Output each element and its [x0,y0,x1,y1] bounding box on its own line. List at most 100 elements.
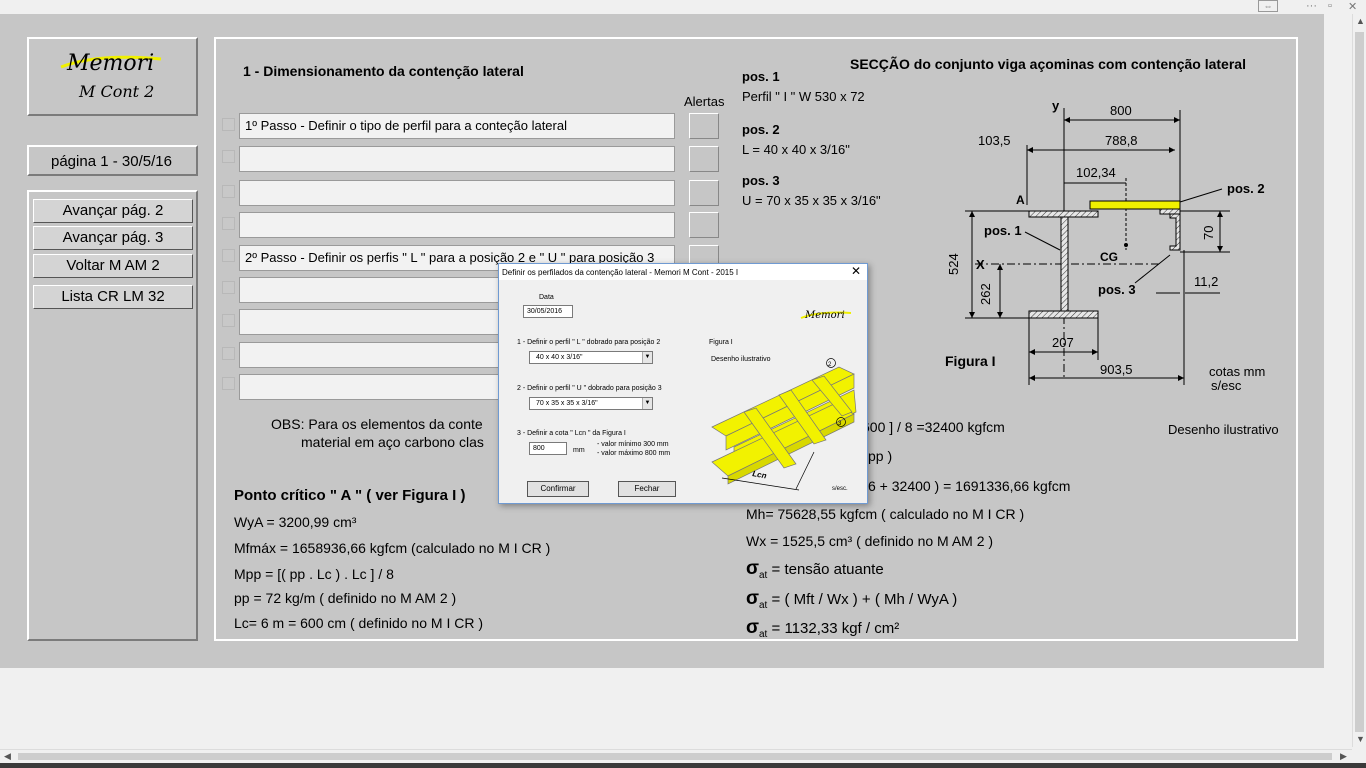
step-checkbox-8[interactable] [222,347,235,360]
horizontal-scrollbar[interactable]: ◀ ▶ [0,749,1352,763]
vertical-scroll-thumb[interactable] [1355,32,1364,732]
axis-y-label: y [1052,98,1060,113]
dim-903: 903,5 [1100,362,1133,377]
l-profile-value: 40 x 40 x 3/16" [536,354,583,361]
axis-x-label: X [976,257,985,272]
dim-207: 207 [1052,335,1074,350]
dialog-title: Definir os perfilados da contenção later… [502,268,739,277]
sigma-symbol: σ [746,588,759,609]
confirm-button[interactable]: Confirmar [527,481,589,497]
sigma-subscript: at [759,570,768,581]
scroll-right-icon[interactable]: ▶ [1340,751,1347,762]
dialog-close-icon[interactable]: ✕ [851,264,861,278]
step-field-1[interactable]: 1º Passo - Definir o tipo de perfil para… [239,113,675,139]
sigma-subscript: at [759,629,768,640]
logo-subtitle: M Cont 2 [79,82,155,101]
obs-line-2: material em aço carbono clas [301,434,484,450]
dialog-logo-text: Memori [805,310,845,321]
calc-line-4: Mh= 75628,55 kgfcm ( calculado no M I CR… [746,506,1025,522]
logo-box: Memori M Cont 2 [27,37,198,116]
chevron-down-icon[interactable]: ▼ [642,398,652,409]
step-checkbox-3[interactable] [222,185,235,198]
dim-800: 800 [1110,103,1132,118]
step2-label: 2 - Definir o perfil " U " dobrado para … [517,385,662,392]
sigma-subscript: at [759,600,768,611]
u-profile-select[interactable]: 70 x 35 x 35 x 3/16" ▼ [529,397,653,410]
sigma-text-1: = tensão atuante [771,561,884,578]
restore-ribbon-icon[interactable]: ⇔ [1258,0,1278,12]
sigma-symbol: σ [746,558,759,579]
pos2-highlight [1089,200,1181,210]
close-window-icon[interactable]: ✕ [1348,0,1357,13]
section-figure: 800 103,5 788,8 102,34 524 262 70 11,2 2… [945,98,1265,390]
dialog-3d-illustration: 2 3 Lcn s/esc. [711,358,857,492]
maximize-icon[interactable]: ▫ [1328,0,1332,12]
scroll-left-icon[interactable]: ◀ [4,751,11,762]
step-checkbox-6[interactable] [222,281,235,294]
section-title: SECÇÃO do conjunto viga açominas com con… [850,56,1246,72]
close-button[interactable]: Fechar [618,481,676,497]
dialog-figure-scale: s/esc. [832,486,848,492]
step3-label: 3 - Definir a cota " Lcn " da Figura I [517,430,626,437]
figure-scale: s/esc [1211,378,1242,390]
step-field-3[interactable] [239,180,675,206]
horizontal-scroll-thumb[interactable] [18,753,1332,760]
step-checkbox-5[interactable] [222,249,235,262]
step-checkbox-4[interactable] [222,217,235,230]
alert-box-1 [689,113,719,139]
step-checkbox-2[interactable] [222,150,235,163]
lcn-min-note: - valor mínimo 300 mm [597,441,669,448]
step-checkbox-7[interactable] [222,314,235,327]
next-page-2-button[interactable]: Avançar pág. 2 [33,199,193,223]
cg-label: CG [1100,250,1118,264]
date-label: Data [539,294,554,301]
pos1-label: pos. 1 [742,69,780,84]
taskbar-edge [0,763,1366,768]
page-info-box: página 1 - 30/5/16 [27,145,198,176]
pos3-label: pos. 3 [742,173,780,188]
figure-units: cotas mm [1209,364,1265,379]
date-input[interactable]: 30/05/2016 [523,305,573,318]
alerts-label: Alertas [684,94,725,109]
define-profiles-dialog: Definir os perfilados da contenção later… [498,263,868,504]
dim-262: 262 [978,283,993,305]
alert-box-4 [689,212,719,238]
logo-title: Memori [67,51,155,76]
step-checkbox-9[interactable] [222,377,235,390]
dialog-figure-dim: Lcn [752,469,768,480]
more-options-icon[interactable]: ··· [1306,0,1317,12]
pos1-value: Perfil " I " W 530 x 72 [742,89,865,104]
figure-caption: Figura I [945,353,996,369]
sigma-text-3: = 1132,33 kgf / cm² [771,620,900,637]
lcn-max-note: - valor máximo 800 mm [597,450,671,457]
step1-label: 1 - Definir o perfil " L " dobrado para … [517,339,661,346]
alert-box-3 [689,180,719,206]
list-cr-lm-32-button[interactable]: Lista CR LM 32 [33,285,193,309]
figure-pos1-label: pos. 1 [984,223,1022,238]
chevron-down-icon[interactable]: ▼ [642,352,652,363]
vertical-scrollbar[interactable]: ▲ ▼ [1352,14,1366,747]
lcn-unit: mm [573,447,585,454]
sigma-symbol: σ [746,617,759,638]
back-m-am-2-button[interactable]: Voltar M AM 2 [33,254,193,278]
critical-line-3: Mpp = [( pp . Lc ) . Lc ] / 8 [234,566,394,582]
dim-524: 524 [946,253,961,275]
pos2-label: pos. 2 [742,122,780,137]
u-profile-value: 70 x 35 x 35 x 3/16" [536,400,598,407]
calc-line-3: 6 + 32400 ) = 1691336,66 kgfcm [868,478,1071,494]
point-a-label: A [1016,193,1025,207]
lcn-input[interactable]: 800 [529,442,567,455]
window-top-bar: ⇔ ··· ▫ ✕ [0,0,1366,14]
next-page-3-button[interactable]: Avançar pág. 3 [33,226,193,250]
critical-line-5: Lc= 6 m = 600 cm ( definido no M I CR ) [234,615,483,631]
scroll-up-icon[interactable]: ▲ [1356,16,1365,26]
dim-103: 103,5 [978,133,1011,148]
scroll-down-icon[interactable]: ▼ [1356,734,1365,744]
l-profile-select[interactable]: 40 x 40 x 3/16" ▼ [529,351,653,364]
step-field-4[interactable] [239,212,675,238]
critical-point-title: Ponto crítico " A " ( ver Figura I ) [234,487,466,504]
illustrative-label: Desenho ilustrativo [1168,422,1279,437]
step-field-2[interactable] [239,146,675,172]
step-checkbox-1[interactable] [222,118,235,131]
nav-panel: Avançar pág. 2 Avançar pág. 3 Voltar M A… [27,190,198,641]
